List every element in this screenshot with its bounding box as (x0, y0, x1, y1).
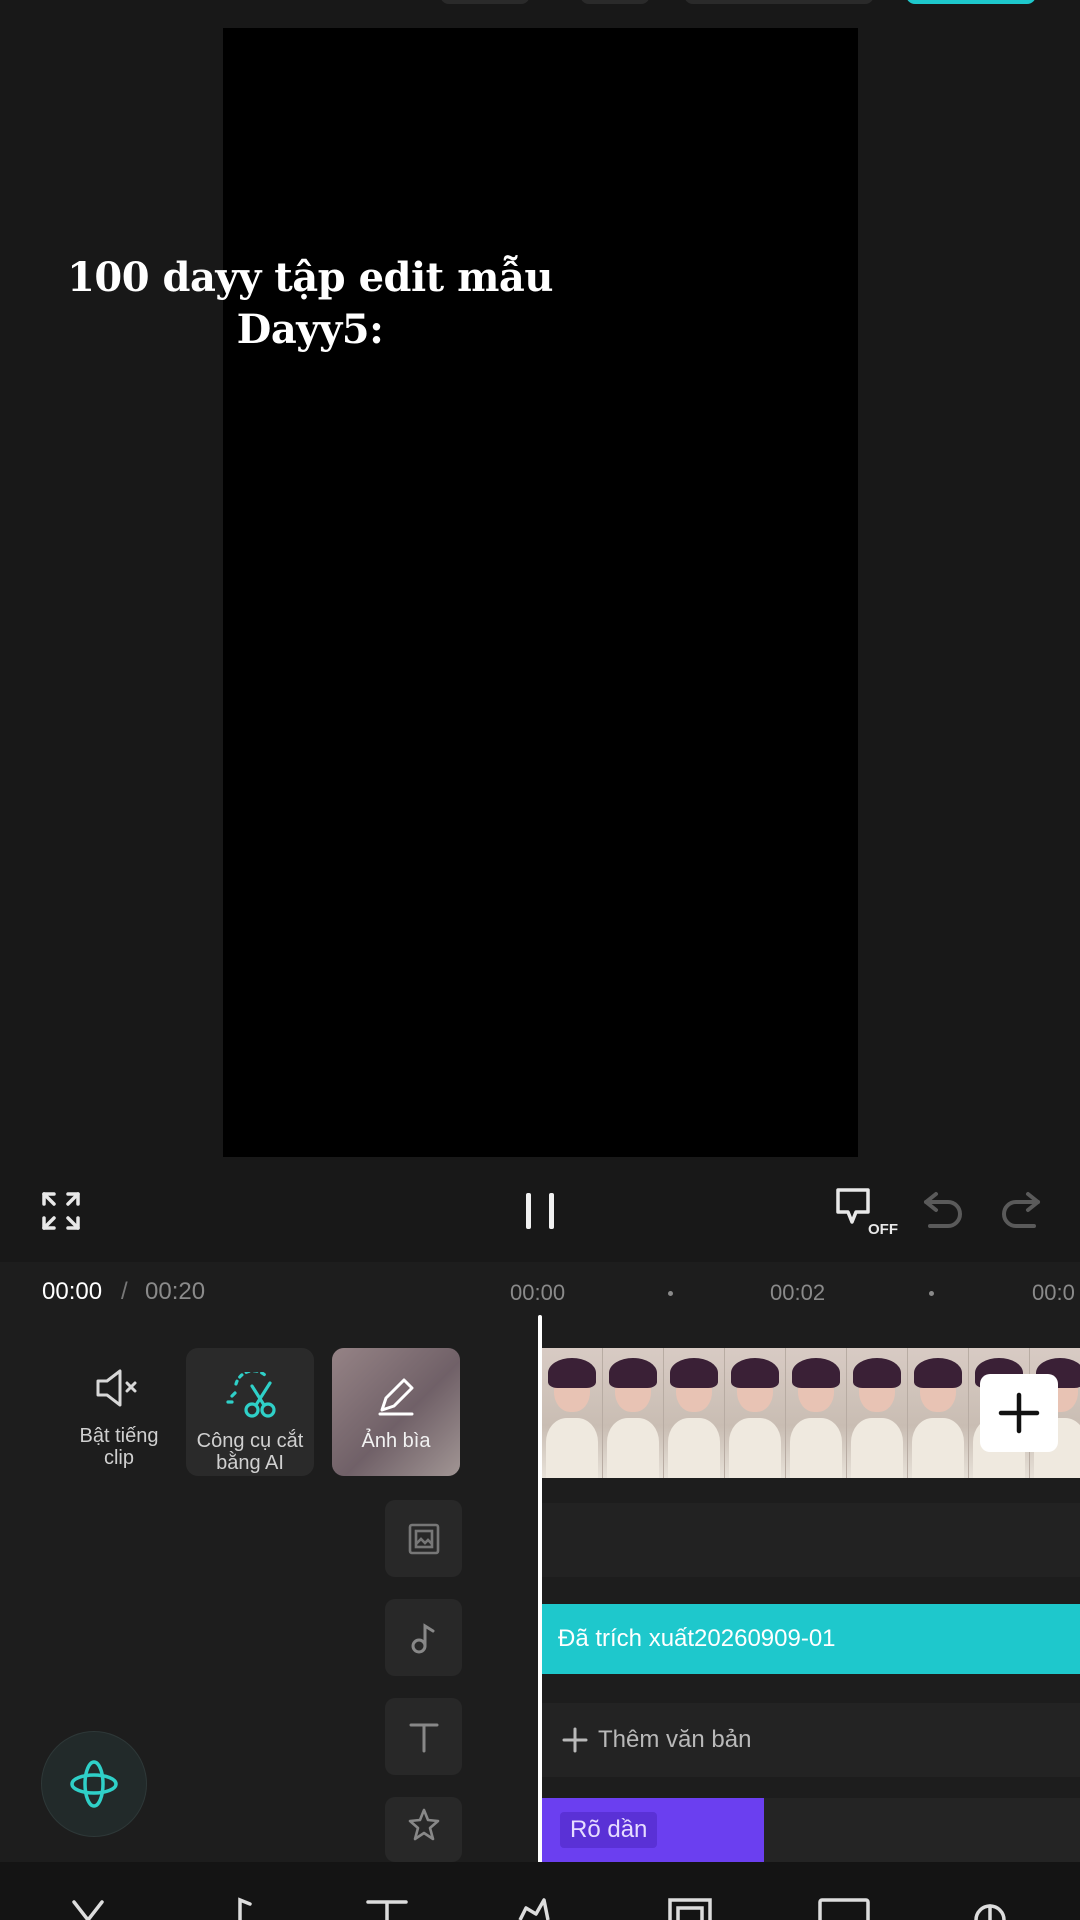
audio-icon[interactable] (226, 1896, 256, 1920)
undo-icon[interactable] (922, 1188, 964, 1232)
audio-track-button[interactable] (385, 1599, 462, 1676)
music-note-icon (411, 1622, 434, 1653)
top-control-3[interactable] (684, 0, 874, 4)
pause-icon[interactable] (514, 1186, 566, 1236)
off-label: OFF (868, 1221, 898, 1238)
video-thumbnail-frame (664, 1348, 725, 1478)
ai-cut-label-2: bằng AI (216, 1452, 284, 1474)
export-button[interactable] (906, 0, 1036, 4)
ruler-dot-2 (929, 1291, 934, 1296)
playhead[interactable] (538, 1315, 542, 1865)
text-track-button[interactable] (385, 1698, 462, 1775)
star-effect-icon (408, 1808, 439, 1841)
ruler-dot-1 (668, 1291, 673, 1296)
video-thumbnail-frame (603, 1348, 664, 1478)
total-time: 00:20 (145, 1278, 206, 1305)
cover-image-button[interactable]: Ảnh bìa (332, 1348, 460, 1476)
overlay-line-1: 100 dayy tập edit mẫu (67, 254, 553, 301)
ruler-tick-2: 00:02 (770, 1280, 826, 1305)
current-time: 00:00 (42, 1278, 103, 1305)
image-overlay-icon (408, 1523, 439, 1554)
time-separator: / (121, 1278, 128, 1305)
top-control-2[interactable] (580, 0, 650, 4)
edit-cut-icon[interactable] (68, 1898, 108, 1920)
text-icon[interactable] (364, 1898, 410, 1920)
text-t-icon (409, 1723, 438, 1752)
unmute-label-2: clip (103, 1447, 134, 1469)
overlay-icon[interactable] (666, 1896, 714, 1920)
ai-cut-label-1: Công cụ cắt (196, 1430, 304, 1452)
bottom-toolbar (0, 1862, 1080, 1920)
video-thumbnail-frame (786, 1348, 847, 1478)
speaker-mute-icon (96, 1369, 137, 1407)
add-text-track[interactable]: Thêm văn bản (542, 1703, 1080, 1777)
keyframe-off-icon[interactable]: OFF (834, 1184, 898, 1240)
ai-assistant-button[interactable] (42, 1732, 146, 1836)
plus-icon (562, 1727, 588, 1753)
unmute-clip-button[interactable]: Bật tiếng clip (60, 1360, 178, 1478)
fullscreen-icon[interactable] (38, 1188, 84, 1234)
video-thumbnail-frame (542, 1348, 603, 1478)
ai-orbit-icon (70, 1760, 118, 1808)
unmute-label-1: Bật tiếng (79, 1425, 159, 1447)
ruler-tick-4: 00:0 (1032, 1280, 1075, 1305)
overlay-track-button[interactable] (385, 1500, 462, 1577)
overlay-line-2: Dayy5: (236, 306, 384, 353)
preview-text-overlay[interactable]: 100 dayy tập edit mẫu Dayy5: (40, 252, 580, 356)
ai-cut-tool-button[interactable]: Công cụ cắt bằng AI (186, 1348, 314, 1476)
plus-icon (998, 1392, 1040, 1434)
video-thumbnail-frame (725, 1348, 786, 1478)
audio-track[interactable]: Đã trích xuất20260909-01 (542, 1604, 1080, 1674)
video-thumbnail-frame (847, 1348, 908, 1478)
overlay-track-empty[interactable] (542, 1503, 1080, 1577)
top-control-1[interactable] (440, 0, 530, 4)
ai-scissors-icon (226, 1372, 276, 1418)
caption-icon[interactable] (816, 1896, 872, 1920)
add-text-label: Thêm văn bản (598, 1726, 752, 1753)
video-thumbnail-frame (908, 1348, 969, 1478)
ruler-tick-0: 00:00 (510, 1280, 566, 1305)
video-preview[interactable] (223, 28, 858, 1157)
audio-clip-label: Đã trích xuất20260909-01 (558, 1625, 836, 1652)
filter-icon[interactable] (968, 1894, 1012, 1920)
pencil-icon (378, 1378, 414, 1416)
sticker-icon[interactable] (516, 1894, 556, 1920)
redo-icon[interactable] (1000, 1188, 1042, 1232)
cover-label: Ảnh bìa (361, 1430, 431, 1452)
effect-track-button[interactable] (385, 1797, 462, 1862)
effect-clip-label: Rõ dần (560, 1812, 658, 1848)
add-clip-button[interactable] (980, 1374, 1058, 1452)
